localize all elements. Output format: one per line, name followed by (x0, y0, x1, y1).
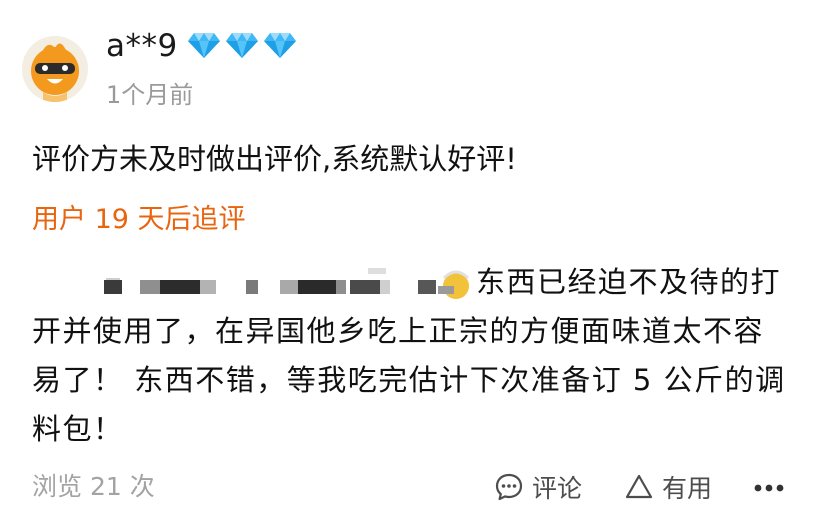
review-text: 评价方未及时做出评价,系统默认好评! (32, 142, 517, 176)
triangle-up-icon (625, 474, 653, 499)
diamond-icon (226, 33, 258, 58)
followup-line-1: 东西已经迫不及待的打 (32, 258, 792, 307)
followup-line-1-text: 东西已经迫不及待的打 (476, 265, 782, 299)
followup-line-4: 料包！ (32, 412, 124, 446)
user-level-badge (186, 28, 298, 62)
review-time: 1个月前 (106, 81, 194, 109)
comment-label: 评论 (532, 474, 583, 503)
orange-bird-mascot-icon (31, 43, 79, 102)
chat-bubble-icon (495, 473, 523, 501)
useful-label: 有用 (662, 474, 713, 503)
avatar[interactable] (22, 36, 88, 102)
diamond-icon (264, 33, 296, 58)
followup-line-3: 易了！ 东西不错，等我吃完估计下次准备订 5 公斤的调 (32, 363, 786, 397)
view-count: 浏览 21 次 (32, 472, 155, 501)
more-button[interactable] (752, 478, 786, 498)
diamond-icon (188, 33, 220, 58)
more-dots-icon (754, 484, 784, 492)
useful-button[interactable]: 有用 (624, 470, 712, 504)
followup-text: 东西已经迫不及待的打 开并使用了，在异国他乡吃上正宗的方便面味道太不容 易了！ … (32, 258, 792, 454)
followup-label: 用户 19 天后追评 (32, 204, 246, 235)
username[interactable]: a**9 (106, 28, 178, 64)
emoji-face-icon (438, 270, 470, 299)
followup-line-2: 开并使用了，在异国他乡吃上正宗的方便面味道太不容 (32, 314, 765, 348)
comment-button[interactable]: 评论 (494, 470, 582, 504)
pixelated-redaction (32, 258, 476, 307)
